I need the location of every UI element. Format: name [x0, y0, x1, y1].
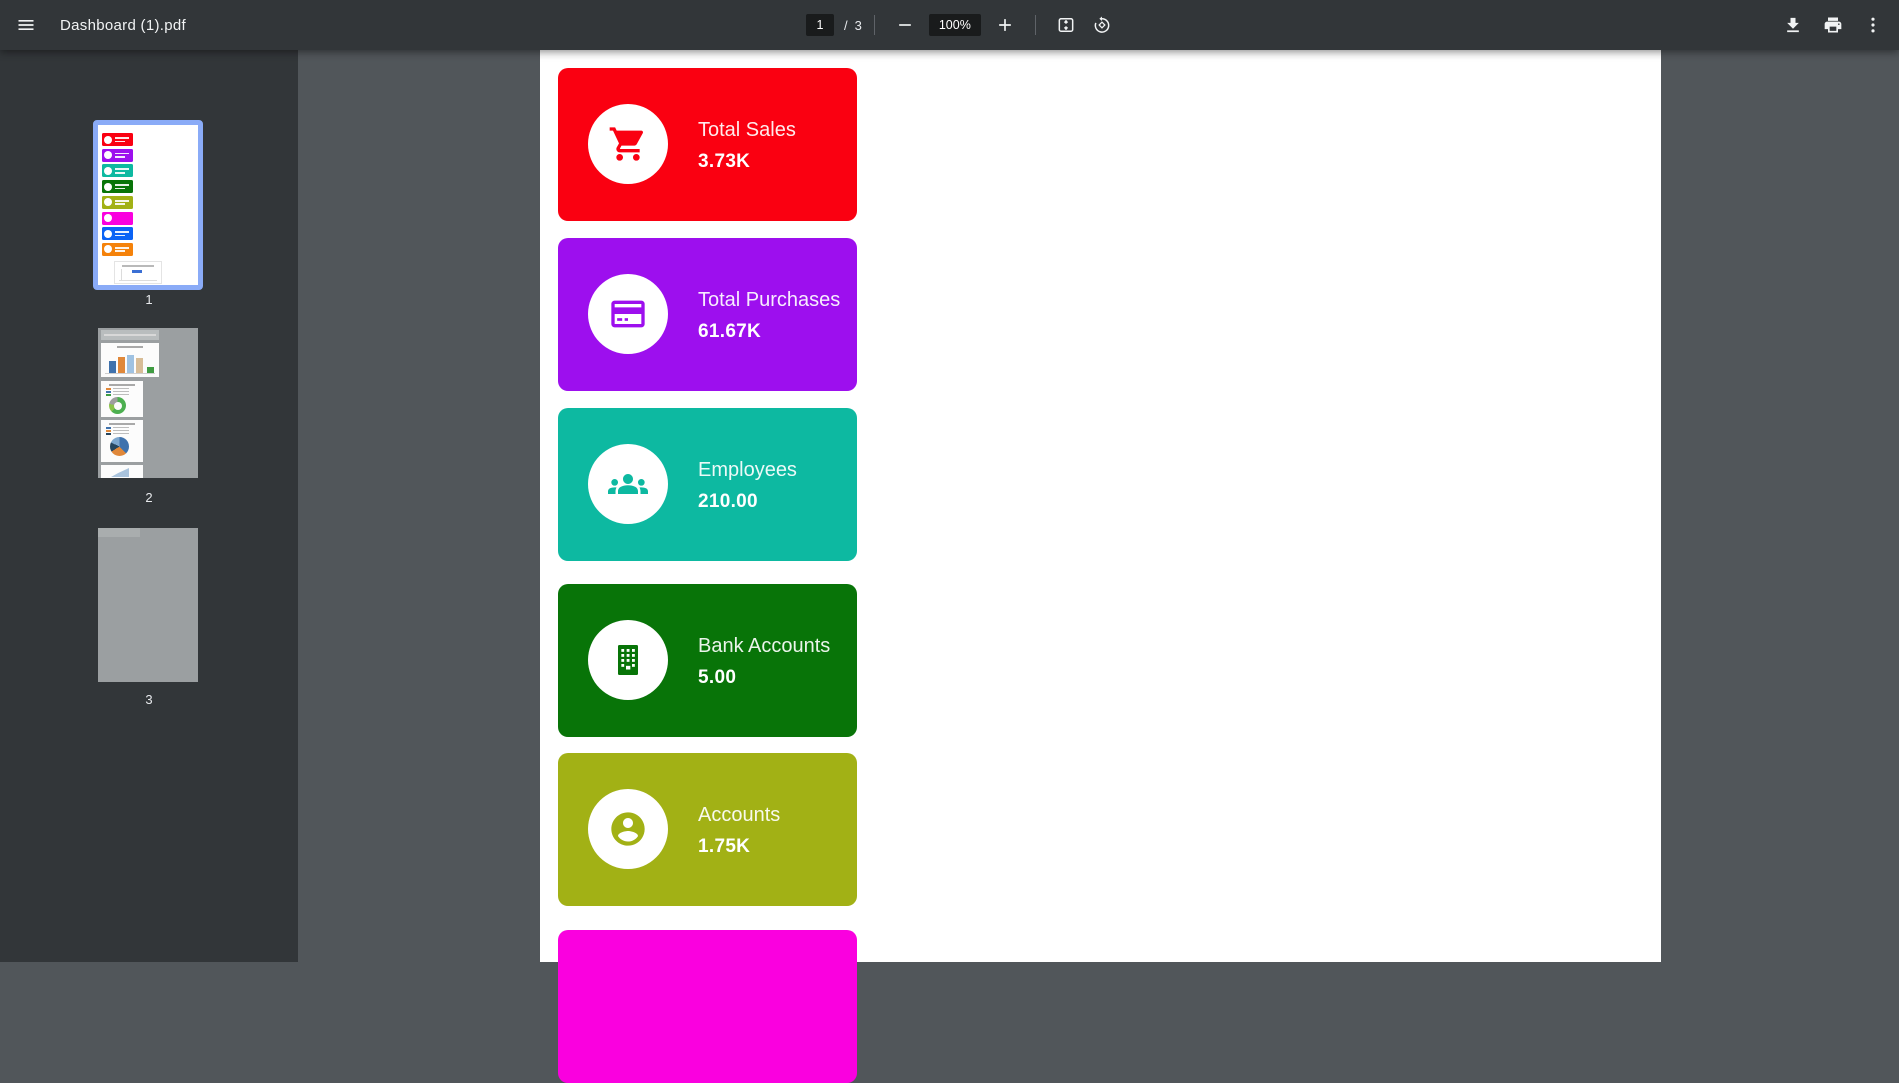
menu-icon [16, 15, 36, 35]
page3-preview-fragment [98, 528, 140, 537]
fit-to-page-icon [1056, 15, 1076, 35]
credit-card-icon [608, 294, 648, 334]
preview-card-strip [102, 195, 133, 209]
card-text: Accounts 1.75K [698, 753, 856, 906]
thumbnail-label-1: 1 [145, 292, 153, 307]
preview-card-strip [102, 164, 133, 178]
print-icon [1823, 15, 1843, 35]
print-button[interactable] [1815, 7, 1851, 43]
card-text: Total Purchases 61.67K [698, 238, 856, 391]
page2-bar-chart-preview [101, 343, 159, 377]
preview-card-strip [102, 133, 133, 146]
people-icon [608, 464, 648, 504]
preview-card-strip [102, 227, 133, 241]
download-icon [1783, 15, 1803, 35]
page-divider: / [844, 17, 848, 33]
toolbar-right-controls [1775, 0, 1891, 50]
zoom-level-input[interactable] [928, 14, 981, 36]
page2-area-chart-preview [101, 465, 143, 478]
more-options-button[interactable] [1855, 7, 1891, 43]
page2-pie-chart-preview [101, 420, 143, 462]
page2-chart-preview [101, 330, 159, 340]
stat-card-total-sales: Total Sales 3.73K [558, 68, 857, 221]
zoom-in-button[interactable] [987, 7, 1023, 43]
card-title: Bank Accounts [698, 634, 831, 657]
preview-card-strip [102, 242, 133, 256]
zoom-out-icon [895, 15, 915, 35]
thumbnail-label-2: 2 [145, 490, 153, 505]
stat-card-accounts: Accounts 1.75K [558, 753, 857, 906]
menu-button[interactable] [8, 7, 44, 43]
person-circle-icon [608, 809, 648, 849]
toolbar-divider [1034, 15, 1036, 35]
card-title: Accounts [698, 803, 781, 826]
building-icon [608, 640, 648, 680]
cart-icon [608, 124, 648, 164]
stat-card-partial [558, 930, 857, 1083]
stat-card-employees: Employees 210.00 [558, 408, 857, 561]
thumbnail-page-3[interactable] [98, 528, 198, 682]
card-value: 1.75K [698, 835, 751, 857]
preview-card-strip [102, 180, 133, 194]
card-icon-circle [588, 620, 668, 700]
card-value: 61.67K [698, 320, 762, 342]
thumbnail-page-2[interactable] [98, 328, 198, 478]
thumbnail-page-1-preview [98, 125, 198, 285]
card-title: Total Sales [698, 118, 796, 141]
card-title: Employees [698, 458, 797, 481]
thumbnail-sidebar: 1 2 3 [0, 50, 298, 962]
download-button[interactable] [1775, 7, 1811, 43]
zoom-out-button[interactable] [887, 7, 923, 43]
card-text: Bank Accounts 5.00 [698, 584, 856, 737]
rotate-button[interactable] [1084, 7, 1120, 43]
card-value: 210.00 [698, 490, 758, 512]
toolbar-divider [873, 15, 875, 35]
document-title: Dashboard (1).pdf [60, 16, 187, 34]
preview-card-strip [102, 211, 133, 225]
card-title: Total Purchases [698, 288, 841, 311]
card-icon-circle [588, 789, 668, 869]
card-text: Total Sales 3.73K [698, 68, 856, 221]
preview-card-strip [102, 148, 133, 162]
page-number-input[interactable] [806, 14, 834, 36]
fit-to-page-button[interactable] [1048, 7, 1084, 43]
pdf-viewer-toolbar: Dashboard (1).pdf / 3 [0, 0, 1899, 50]
preview-chart-card [114, 261, 162, 284]
page-count: 3 [854, 17, 862, 33]
toolbar-center-controls: / 3 [806, 0, 1120, 50]
card-value: 5.00 [698, 666, 737, 688]
card-icon-circle [588, 104, 668, 184]
card-icon-circle [588, 274, 668, 354]
page2-donut-chart-preview [101, 381, 143, 417]
card-text: Employees 210.00 [698, 408, 856, 561]
stat-card-total-purchases: Total Purchases 61.67K [558, 238, 857, 391]
thumbnail-page-1[interactable] [93, 120, 203, 290]
zoom-in-icon [995, 15, 1015, 35]
rotate-ccw-icon [1092, 15, 1112, 35]
card-value: 3.73K [698, 150, 751, 172]
card-icon-circle [588, 444, 668, 524]
thumbnail-label-3: 3 [145, 692, 153, 707]
stat-card-bank-accounts: Bank Accounts 5.00 [558, 584, 857, 737]
more-vert-icon [1863, 15, 1883, 35]
